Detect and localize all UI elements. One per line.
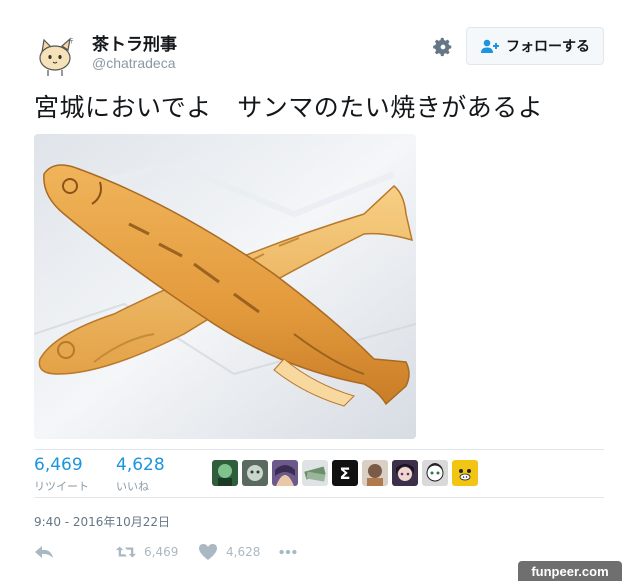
follow-button[interactable]: フォローする xyxy=(466,27,604,65)
like-stat-label: いいね xyxy=(116,480,149,493)
author-display-name[interactable]: 茶トラ刑事 xyxy=(92,30,177,55)
gear-icon[interactable] xyxy=(432,36,454,58)
watermark: funpeer.com xyxy=(518,561,622,581)
retweet-stat-label: リツイート xyxy=(34,480,89,493)
tweet-text: 宮城においでよ サンマのたい焼きがあるよ xyxy=(34,93,544,122)
reply-icon xyxy=(35,546,53,558)
liker-avatar-2[interactable] xyxy=(242,460,268,486)
author-handle[interactable]: @chatradeca xyxy=(92,55,175,71)
tweet-timestamp[interactable]: 9:40 - 2016年10月22日 xyxy=(34,513,170,530)
like-action-count: 4,628 xyxy=(226,545,261,559)
cat-avatar-icon: ﾃ xyxy=(39,37,74,76)
svg-text:ﾃ: ﾃ xyxy=(70,37,74,45)
stats-top-divider xyxy=(34,449,604,450)
saury-taiyaki-icon xyxy=(34,134,416,439)
follow-button-label: フォローする xyxy=(506,39,590,55)
retweet-stat-count: 6,469 xyxy=(34,455,83,475)
retweet-button[interactable]: 6,469 xyxy=(116,543,178,561)
liker-avatar-9[interactable] xyxy=(452,460,478,486)
liker-avatar-4[interactable] xyxy=(302,460,328,486)
like-button[interactable]: 4,628 xyxy=(198,543,260,561)
stats-bottom-divider xyxy=(34,497,604,498)
more-button[interactable] xyxy=(278,543,298,561)
liker-avatar-3[interactable] xyxy=(272,460,298,486)
liker-avatars: Σ xyxy=(212,460,478,486)
tweet-photo[interactable] xyxy=(34,134,416,439)
liker-avatar-7[interactable] xyxy=(392,460,418,486)
add-user-icon xyxy=(481,39,499,53)
liker-avatar-5[interactable]: Σ xyxy=(332,460,358,486)
liker-avatar-6[interactable] xyxy=(362,460,388,486)
reply-button[interactable] xyxy=(34,543,54,561)
like-stat-count: 4,628 xyxy=(116,455,165,475)
more-icon xyxy=(279,549,297,555)
retweet-action-count: 6,469 xyxy=(144,545,179,559)
liker-avatar-8[interactable] xyxy=(422,460,448,486)
heart-icon xyxy=(199,544,217,560)
liker-avatar-1[interactable] xyxy=(212,460,238,486)
author-avatar[interactable]: ﾃ xyxy=(34,34,78,78)
retweet-icon xyxy=(116,546,136,558)
retweet-stat[interactable]: 6,469 リツイート xyxy=(34,455,89,494)
like-stat[interactable]: 4,628 いいね xyxy=(116,455,165,494)
